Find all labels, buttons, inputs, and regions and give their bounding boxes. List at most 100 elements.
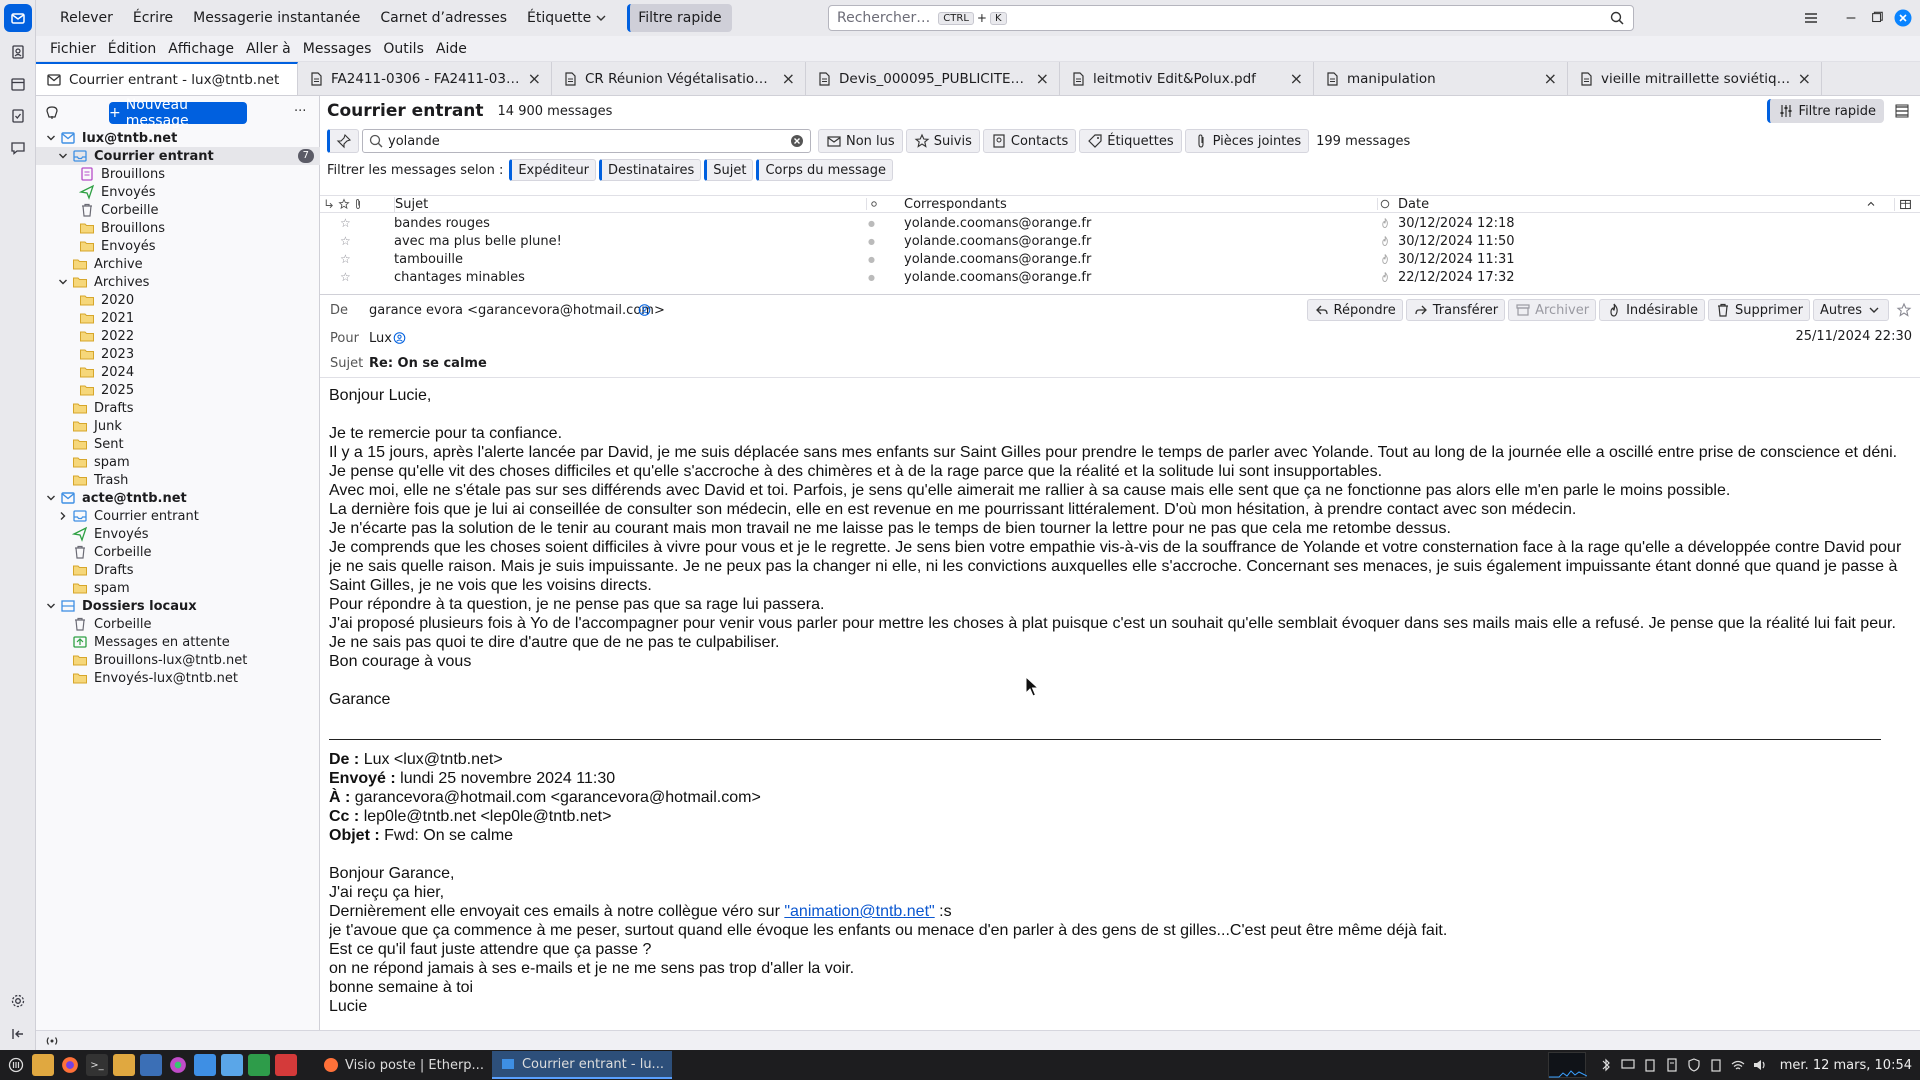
connection-status-icon[interactable] bbox=[44, 1033, 60, 1049]
twisty-open-icon[interactable] bbox=[45, 600, 57, 612]
network-icon[interactable] bbox=[1730, 1057, 1746, 1073]
menu-outils[interactable]: Outils bbox=[377, 41, 429, 57]
files-icon[interactable] bbox=[32, 1054, 54, 1076]
close-tab-icon[interactable]: × bbox=[528, 69, 541, 88]
folder-item-2025[interactable]: 2025 bbox=[36, 381, 320, 399]
junk-status-icon[interactable] bbox=[1379, 217, 1391, 229]
folder-item-acte-tntb-net[interactable]: acte@tntb.net bbox=[36, 489, 320, 507]
screenshot-app-icon[interactable] bbox=[140, 1054, 162, 1076]
more-button[interactable]: Autres bbox=[1812, 299, 1889, 321]
column-picker-icon[interactable] bbox=[1894, 197, 1916, 211]
mail-space-icon[interactable] bbox=[4, 4, 32, 32]
os-menu-icon[interactable] bbox=[5, 1054, 27, 1076]
tag-button[interactable]: Étiquette bbox=[517, 4, 619, 32]
folder-item-corbeille[interactable]: Corbeille bbox=[36, 201, 320, 219]
terminal-icon[interactable]: >_ bbox=[86, 1054, 108, 1076]
folder-item-2024[interactable]: 2024 bbox=[36, 363, 320, 381]
folder-item-archives[interactable]: Archives bbox=[36, 273, 320, 291]
close-tab-icon[interactable]: × bbox=[1290, 69, 1303, 88]
calendar-icon[interactable] bbox=[8, 74, 28, 94]
collapse-spaces-icon[interactable] bbox=[8, 1024, 28, 1044]
more-options-icon[interactable]: ··· bbox=[294, 104, 306, 119]
folder-item-drafts[interactable]: Drafts bbox=[36, 399, 320, 417]
junk-status-icon[interactable] bbox=[1379, 253, 1391, 265]
folder-item-dossiers-locaux[interactable]: Dossiers locaux bbox=[36, 597, 320, 615]
tab-pdf-3[interactable]: Devis_000095_PUBLICITE_TRIA × bbox=[806, 62, 1060, 95]
archive-button[interactable]: Archiver bbox=[1508, 299, 1597, 321]
maximize-icon[interactable] bbox=[1864, 0, 1890, 36]
junk-column-icon[interactable] bbox=[1377, 198, 1391, 210]
filter-contacts-button[interactable]: Contacts bbox=[982, 129, 1077, 153]
filter-tags-button[interactable]: Étiquettes bbox=[1079, 129, 1182, 153]
correspondents-column-header[interactable]: Correspondants bbox=[904, 197, 1007, 212]
folder-item-envoy-s-lux-tntb-net[interactable]: Envoyés-lux@tntb.net bbox=[36, 669, 320, 687]
twisty-closed-icon[interactable] bbox=[57, 510, 69, 522]
quick-filter-button[interactable]: Filtre rapide bbox=[627, 4, 732, 32]
unread-column-icon[interactable] bbox=[866, 198, 880, 210]
folder-item-archive[interactable]: Archive bbox=[36, 255, 320, 273]
address-book-button[interactable]: Carnet d’adresses bbox=[370, 4, 517, 32]
global-search-input[interactable]: Rechercher… CTRL + K bbox=[828, 5, 1634, 31]
menu-aller[interactable]: Aller à bbox=[240, 41, 297, 57]
menu-fichier[interactable]: Fichier bbox=[44, 41, 102, 57]
from-value[interactable]: garance evora <garancevora@hotmail.com> bbox=[369, 303, 665, 318]
folder-item-2021[interactable]: 2021 bbox=[36, 309, 320, 327]
filter-recipients-toggle[interactable]: Destinataires bbox=[599, 159, 702, 181]
folder-item-messages-en-attente[interactable]: Messages en attente bbox=[36, 633, 320, 651]
star-icon[interactable]: ☆ bbox=[340, 234, 354, 248]
battery-icon[interactable] bbox=[1708, 1057, 1724, 1073]
folder-item-brouillons-lux-tntb-net[interactable]: Brouillons-lux@tntb.net bbox=[36, 651, 320, 669]
folder-item-corbeille[interactable]: Corbeille bbox=[36, 615, 320, 633]
clipboard-icon[interactable] bbox=[1642, 1057, 1658, 1073]
new-message-button[interactable]: + Nouveau message bbox=[109, 97, 247, 129]
address-book-icon[interactable] bbox=[8, 42, 28, 62]
write-button[interactable]: Écrire bbox=[123, 4, 183, 32]
date-column-header[interactable]: Date bbox=[1398, 197, 1429, 212]
sticky-filter-pin[interactable] bbox=[327, 129, 359, 153]
folder-item-lux-tntb-net[interactable]: lux@tntb.net bbox=[36, 129, 320, 147]
twisty-open-icon[interactable] bbox=[57, 276, 69, 288]
thunderbird-launcher-icon[interactable] bbox=[194, 1054, 216, 1076]
folder-item-courrier-entrant[interactable]: Courrier entrant bbox=[36, 507, 320, 525]
settings-gear-icon[interactable] bbox=[8, 991, 28, 1011]
unread-dot-icon[interactable]: ● bbox=[868, 273, 875, 282]
filter-starred-button[interactable]: Suivis bbox=[905, 129, 980, 153]
table-row[interactable]: ☆ tambouille ● yolande.coomans@orange.fr 30/… bbox=[320, 250, 1920, 268]
filter-attachments-button[interactable]: Pièces jointes bbox=[1184, 129, 1310, 153]
folder-item-corbeille[interactable]: Corbeille bbox=[36, 543, 320, 561]
to-value[interactable]: Lux bbox=[369, 331, 392, 346]
twisty-open-icon[interactable] bbox=[45, 492, 57, 504]
chat-icon[interactable] bbox=[8, 138, 28, 158]
folder-item-courrier-entrant[interactable]: Courrier entrant 7 bbox=[36, 147, 320, 165]
tab-pdf-6[interactable]: vieille mitraillette soviétique × bbox=[1568, 62, 1822, 95]
star-icon[interactable]: ☆ bbox=[340, 252, 354, 266]
close-tab-icon[interactable]: × bbox=[1798, 69, 1811, 88]
close-tab-icon[interactable]: × bbox=[1036, 69, 1049, 88]
bluetooth-icon[interactable] bbox=[1598, 1057, 1614, 1073]
filter-subject-toggle[interactable]: Sujet bbox=[704, 159, 754, 181]
forward-button[interactable]: Transférer bbox=[1405, 299, 1506, 321]
junk-button[interactable]: Indésirable bbox=[1599, 299, 1705, 321]
minimize-icon[interactable] bbox=[1838, 0, 1864, 36]
twisty-open-icon[interactable] bbox=[45, 132, 57, 144]
folder-item-envoy-s[interactable]: Envoyés bbox=[36, 525, 320, 543]
subject-column-header[interactable]: Sujet bbox=[394, 196, 428, 212]
contact-info-icon[interactable] bbox=[638, 303, 651, 316]
spreadsheet-app-icon[interactable] bbox=[248, 1054, 270, 1076]
taskbar-task-thunderbird[interactable]: Courrier entrant - lu... bbox=[491, 1051, 672, 1079]
sort-ascending-icon[interactable] bbox=[1864, 198, 1878, 210]
folder-item-sent[interactable]: Sent bbox=[36, 435, 320, 453]
star-icon[interactable]: ☆ bbox=[340, 216, 354, 230]
contact-info-icon[interactable] bbox=[393, 331, 406, 344]
tasks-icon[interactable] bbox=[8, 106, 28, 126]
app-menu-icon[interactable] bbox=[1798, 0, 1824, 36]
folder-item-brouillons[interactable]: Brouillons bbox=[36, 165, 320, 183]
folder-item-envoy-s[interactable]: Envoyés bbox=[36, 183, 320, 201]
unread-dot-icon[interactable]: ● bbox=[868, 237, 875, 246]
twisty-open-icon[interactable] bbox=[57, 150, 69, 162]
volume-icon[interactable] bbox=[1752, 1057, 1768, 1073]
folder-item-brouillons[interactable]: Brouillons bbox=[36, 219, 320, 237]
filter-body-toggle[interactable]: Corps du message bbox=[756, 159, 894, 181]
junk-status-icon[interactable] bbox=[1379, 235, 1391, 247]
unread-dot-icon[interactable]: ● bbox=[868, 255, 875, 264]
